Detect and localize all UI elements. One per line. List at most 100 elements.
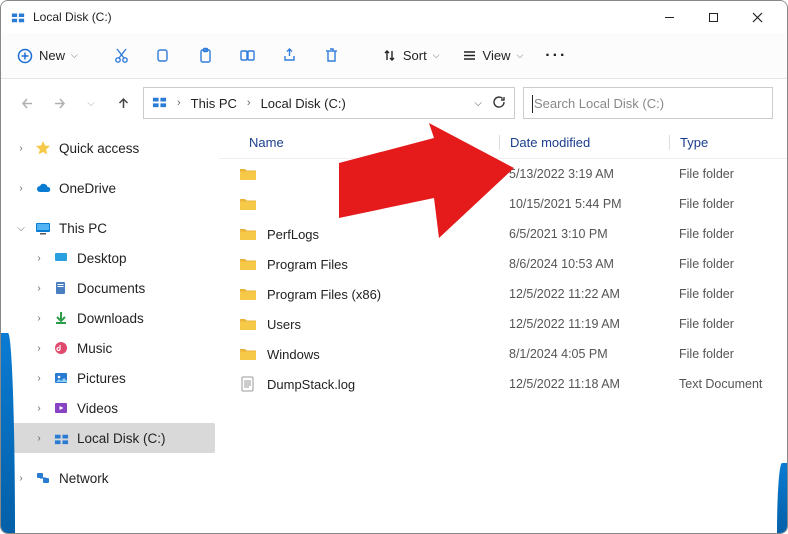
explorer-window: Local Disk (C:) New ⌵ Sort ⌵ View xyxy=(0,0,788,534)
chevron-right-icon[interactable]: › xyxy=(33,403,45,414)
file-date: 12/5/2022 11:22 AM xyxy=(499,287,669,301)
share-button[interactable] xyxy=(270,38,310,74)
up-button[interactable] xyxy=(111,91,135,115)
sidebar-label: Videos xyxy=(77,401,118,416)
file-type: File folder xyxy=(669,227,787,241)
sidebar-label: Documents xyxy=(77,281,145,296)
more-button[interactable]: ··· xyxy=(535,47,577,65)
chevron-right-icon[interactable]: › xyxy=(33,433,45,444)
drive-icon xyxy=(52,431,70,446)
sidebar-item-quick-access[interactable]: › Quick access xyxy=(5,133,215,163)
chevron-right-icon[interactable]: › xyxy=(15,183,27,194)
header-type[interactable]: Type xyxy=(669,135,787,150)
chevron-right-icon[interactable]: › xyxy=(33,373,45,384)
chevron-right-icon[interactable]: › xyxy=(33,283,45,294)
search-box[interactable] xyxy=(523,87,773,119)
file-date: 12/5/2022 11:19 AM xyxy=(499,317,669,331)
file-rows: 5/13/2022 3:19 AMFile folder10/15/2021 5… xyxy=(219,159,787,534)
file-name: Program Files (x86) xyxy=(267,287,381,302)
breadcrumb-thispc[interactable]: This PC xyxy=(191,96,237,111)
column-headers: Name Date modified Type xyxy=(219,127,787,159)
chevron-right-icon: › xyxy=(243,97,255,109)
chevron-right-icon[interactable]: › xyxy=(33,343,45,354)
new-label: New xyxy=(39,48,65,63)
network-icon xyxy=(34,470,52,486)
sidebar-item-network[interactable]: › Network xyxy=(5,463,215,493)
folder-icon xyxy=(239,225,257,243)
file-type: File folder xyxy=(669,347,787,361)
chevron-down-icon[interactable]: ⌵ xyxy=(15,223,27,234)
documents-icon xyxy=(52,280,70,296)
file-type: File folder xyxy=(669,197,787,211)
file-date: 10/15/2021 5:44 PM xyxy=(499,197,669,211)
address-bar[interactable]: › This PC › Local Disk (C:) ⌵ xyxy=(143,87,515,119)
sidebar-item-this-pc[interactable]: ⌵ This PC xyxy=(5,213,215,243)
cut-button[interactable] xyxy=(102,38,142,74)
sidebar-item-documents[interactable]: › Documents xyxy=(5,273,215,303)
close-button[interactable] xyxy=(735,2,779,32)
sidebar-item-pictures[interactable]: › Pictures xyxy=(5,363,215,393)
file-date: 8/1/2024 4:05 PM xyxy=(499,347,669,361)
delete-button[interactable] xyxy=(312,38,352,74)
chevron-down-icon: ⌵ xyxy=(433,50,440,61)
minimize-button[interactable] xyxy=(647,2,691,32)
sidebar-item-downloads[interactable]: › Downloads xyxy=(5,303,215,333)
header-name[interactable]: Name xyxy=(219,135,499,150)
file-name: DumpStack.log xyxy=(267,377,355,392)
folder-icon xyxy=(239,255,257,273)
sort-label: Sort xyxy=(403,48,427,63)
refresh-button[interactable] xyxy=(492,95,506,112)
file-name: PerfLogs xyxy=(267,227,319,242)
sort-button[interactable]: Sort ⌵ xyxy=(372,44,450,67)
breadcrumb-localdisk[interactable]: Local Disk (C:) xyxy=(261,96,346,111)
sidebar-label: Quick access xyxy=(59,141,139,156)
sidebar-label: Downloads xyxy=(77,311,144,326)
address-dropdown-icon[interactable]: ⌵ xyxy=(474,98,482,109)
table-row[interactable]: 10/15/2021 5:44 PMFile folder xyxy=(219,189,787,219)
sidebar-label: This PC xyxy=(59,221,107,236)
file-date: 6/5/2021 3:10 PM xyxy=(499,227,669,241)
header-date[interactable]: Date modified xyxy=(499,135,669,150)
sidebar-label: Local Disk (C:) xyxy=(77,431,166,446)
rename-button[interactable] xyxy=(228,38,268,74)
chevron-right-icon[interactable]: › xyxy=(33,253,45,264)
file-type: File folder xyxy=(669,257,787,271)
sidebar-item-desktop[interactable]: › Desktop xyxy=(5,243,215,273)
forward-button[interactable] xyxy=(47,91,71,115)
table-row[interactable]: 5/13/2022 3:19 AMFile folder xyxy=(219,159,787,189)
chevron-right-icon[interactable]: › xyxy=(15,143,27,154)
chevron-right-icon[interactable]: › xyxy=(33,313,45,324)
back-button[interactable] xyxy=(15,91,39,115)
table-row[interactable]: PerfLogs 6/5/2021 3:10 PMFile folder xyxy=(219,219,787,249)
sidebar-label: Desktop xyxy=(77,251,127,266)
sidebar-item-onedrive[interactable]: › OneDrive xyxy=(5,173,215,203)
chevron-right-icon[interactable]: › xyxy=(15,473,27,484)
table-row[interactable]: DumpStack.log12/5/2022 11:18 AMText Docu… xyxy=(219,369,787,399)
videos-icon xyxy=(52,400,70,416)
sidebar-item-videos[interactable]: › Videos xyxy=(5,393,215,423)
drive-icon xyxy=(152,94,167,112)
file-date: 5/13/2022 3:19 AM xyxy=(499,167,669,181)
search-input[interactable] xyxy=(532,95,764,112)
file-name: Windows xyxy=(267,347,320,362)
file-name: Program Files xyxy=(267,257,348,272)
copy-button[interactable] xyxy=(144,38,184,74)
paste-button[interactable] xyxy=(186,38,226,74)
chevron-right-icon: › xyxy=(173,97,185,109)
table-row[interactable]: Users12/5/2022 11:19 AMFile folder xyxy=(219,309,787,339)
sidebar-item-music[interactable]: › Music xyxy=(5,333,215,363)
new-button[interactable]: New ⌵ xyxy=(7,44,88,68)
sidebar-item-local-disk[interactable]: › Local Disk (C:) xyxy=(5,423,215,453)
table-row[interactable]: Windows 8/1/2024 4:05 PMFile folder xyxy=(219,339,787,369)
file-date: 12/5/2022 11:18 AM xyxy=(499,377,669,391)
address-bar-row: ⌵ › This PC › Local Disk (C:) ⌵ xyxy=(1,79,787,127)
recent-dropdown[interactable]: ⌵ xyxy=(79,91,103,115)
table-row[interactable]: Program Files8/6/2024 10:53 AMFile folde… xyxy=(219,249,787,279)
table-row[interactable]: Program Files (x86)12/5/2022 11:22 AMFil… xyxy=(219,279,787,309)
maximize-button[interactable] xyxy=(691,2,735,32)
navigation-pane: › Quick access › OneDrive ⌵ This PC › De… xyxy=(1,127,219,534)
file-icon xyxy=(239,375,257,393)
chevron-down-icon: ⌵ xyxy=(71,50,78,61)
view-button[interactable]: View ⌵ xyxy=(452,44,534,67)
folder-icon xyxy=(239,315,257,333)
